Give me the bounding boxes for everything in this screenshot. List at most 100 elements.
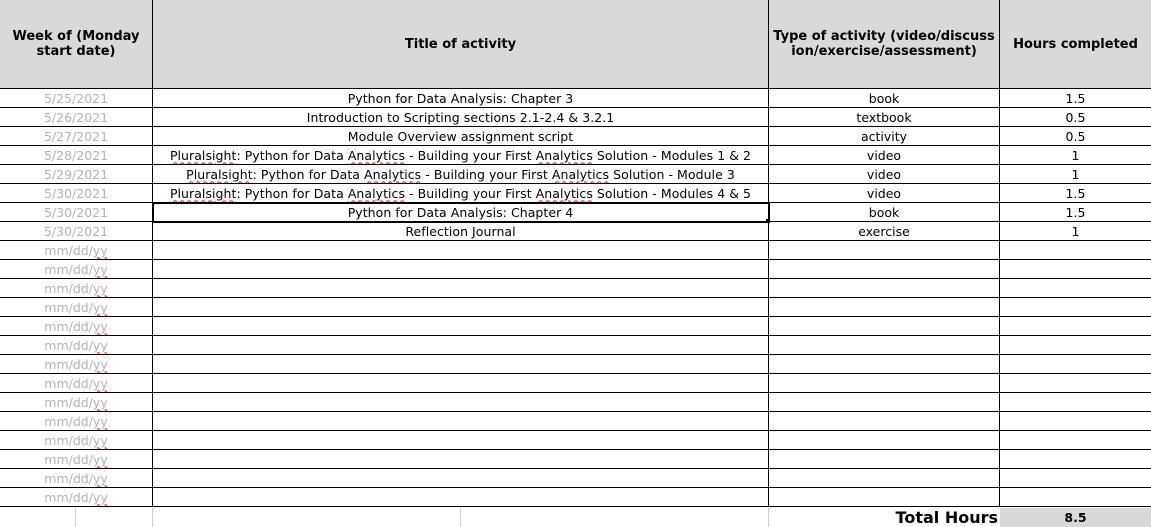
date-placeholder-cell[interactable]: mm/dd/yy — [0, 336, 153, 355]
date-cell[interactable]: 5/25/2021 — [0, 89, 153, 108]
hours-cell[interactable] — [1000, 374, 1151, 393]
type-cell[interactable] — [769, 298, 1000, 317]
type-cell[interactable] — [769, 393, 1000, 412]
type-cell[interactable] — [769, 488, 1000, 507]
date-placeholder-cell[interactable]: mm/dd/yy — [0, 412, 153, 431]
title-cell[interactable] — [153, 317, 769, 336]
type-cell[interactable] — [769, 336, 1000, 355]
hours-cell[interactable] — [1000, 336, 1151, 355]
title-text: Module Overview assignment script — [347, 128, 574, 144]
type-cell[interactable]: video — [769, 146, 1000, 165]
hours-cell[interactable] — [1000, 450, 1151, 469]
type-cell[interactable]: textbook — [769, 108, 1000, 127]
type-cell[interactable] — [769, 450, 1000, 469]
hours-cell[interactable]: 1.5 — [1000, 184, 1151, 203]
hours-cell[interactable]: 1.5 — [1000, 203, 1151, 222]
title-cell[interactable] — [153, 412, 769, 431]
title-cell[interactable] — [153, 241, 769, 260]
type-cell[interactable] — [769, 412, 1000, 431]
title-cell[interactable] — [153, 431, 769, 450]
hours-cell[interactable]: 0.5 — [1000, 127, 1151, 146]
date-placeholder-cell[interactable]: mm/dd/yy — [0, 374, 153, 393]
title-cell[interactable] — [153, 298, 769, 317]
date-placeholder-cell[interactable]: mm/dd/yy — [0, 260, 153, 279]
type-cell[interactable] — [769, 279, 1000, 298]
type-cell[interactable] — [769, 355, 1000, 374]
header-week[interactable]: Week of (Monday start date) — [0, 0, 153, 89]
hours-cell[interactable]: 1 — [1000, 222, 1151, 241]
title-cell[interactable]: Module Overview assignment script — [153, 127, 769, 146]
type-cell[interactable] — [769, 431, 1000, 450]
hours-cell[interactable] — [1000, 317, 1151, 336]
date-cell[interactable]: 5/27/2021 — [0, 127, 153, 146]
title-cell[interactable]: Pluralsight: Python for Data Analytics -… — [153, 184, 769, 203]
date-cell[interactable]: 5/30/2021 — [0, 222, 153, 241]
hours-cell[interactable] — [1000, 355, 1151, 374]
date-cell[interactable]: 5/30/2021 — [0, 184, 153, 203]
header-hours[interactable]: Hours completed — [1000, 0, 1151, 89]
date-placeholder-cell[interactable]: mm/dd/yy — [0, 488, 153, 507]
title-cell[interactable] — [153, 374, 769, 393]
type-cell[interactable] — [769, 374, 1000, 393]
date-placeholder-cell[interactable]: mm/dd/yy — [0, 317, 153, 336]
hours-cell[interactable] — [1000, 431, 1151, 450]
title-cell[interactable]: Reflection Journal — [153, 222, 769, 241]
title-cell[interactable] — [153, 260, 769, 279]
date-placeholder-cell[interactable]: mm/dd/yy — [0, 450, 153, 469]
type-cell[interactable]: book — [769, 203, 1000, 222]
type-cell[interactable]: video — [769, 184, 1000, 203]
hours-cell[interactable]: 1 — [1000, 146, 1151, 165]
title-cell[interactable]: Pluralsight: Python for Data Analytics -… — [153, 146, 769, 165]
type-cell[interactable]: video — [769, 165, 1000, 184]
type-cell[interactable] — [769, 469, 1000, 488]
header-title[interactable]: Title of activity — [153, 0, 769, 89]
date-cell[interactable]: 5/30/2021 — [0, 203, 153, 222]
total-hours-value[interactable]: 8.5 — [1000, 508, 1151, 527]
title-cell[interactable]: Pluralsight: Python for Data Analytics -… — [153, 165, 769, 184]
footer-cell[interactable] — [0, 507, 76, 527]
title-cell[interactable] — [153, 488, 769, 507]
hours-cell[interactable] — [1000, 298, 1151, 317]
date-cell[interactable]: 5/26/2021 — [0, 108, 153, 127]
header-type[interactable]: Type of activity (video/discussion/exerc… — [769, 0, 1000, 89]
type-cell[interactable]: exercise — [769, 222, 1000, 241]
type-cell[interactable] — [769, 317, 1000, 336]
title-cell[interactable] — [153, 450, 769, 469]
title-cell[interactable] — [153, 336, 769, 355]
title-cell[interactable]: Python for Data Analysis: Chapter 3 — [153, 89, 769, 108]
hours-cell[interactable]: 1 — [1000, 165, 1151, 184]
title-cell[interactable] — [153, 469, 769, 488]
date-placeholder-cell[interactable]: mm/dd/yy — [0, 469, 153, 488]
date-cell[interactable]: 5/29/2021 — [0, 165, 153, 184]
title-cell[interactable] — [153, 355, 769, 374]
hours-cell[interactable] — [1000, 241, 1151, 260]
hours-cell[interactable] — [1000, 412, 1151, 431]
hours-cell[interactable] — [1000, 488, 1151, 507]
title-text: Pluralsight: Python for Data Analytics -… — [169, 147, 752, 163]
footer-cell[interactable] — [153, 507, 461, 527]
type-cell[interactable] — [769, 241, 1000, 260]
title-cell[interactable]: Introduction to Scripting sections 2.1-2… — [153, 108, 769, 127]
date-placeholder-cell[interactable]: mm/dd/yy — [0, 241, 153, 260]
title-cell[interactable] — [153, 279, 769, 298]
date-placeholder-cell[interactable]: mm/dd/yy — [0, 393, 153, 412]
type-cell[interactable]: book — [769, 89, 1000, 108]
type-cell[interactable] — [769, 260, 1000, 279]
hours-cell[interactable] — [1000, 260, 1151, 279]
type-cell[interactable]: activity — [769, 127, 1000, 146]
footer-cell[interactable] — [76, 507, 153, 527]
hours-cell[interactable] — [1000, 279, 1151, 298]
hours-cell[interactable] — [1000, 393, 1151, 412]
date-placeholder-cell[interactable]: mm/dd/yy — [0, 298, 153, 317]
date-cell[interactable]: 5/28/2021 — [0, 146, 153, 165]
title-cell[interactable] — [153, 393, 769, 412]
footer-cell[interactable] — [461, 507, 769, 527]
date-placeholder-cell[interactable]: mm/dd/yy — [0, 355, 153, 374]
hours-cell[interactable]: 0.5 — [1000, 108, 1151, 127]
fill-handle[interactable] — [766, 219, 768, 221]
hours-cell[interactable]: 1.5 — [1000, 89, 1151, 108]
title-cell[interactable]: Python for Data Analysis: Chapter 4 — [152, 202, 770, 223]
date-placeholder-cell[interactable]: mm/dd/yy — [0, 279, 153, 298]
date-placeholder-cell[interactable]: mm/dd/yy — [0, 431, 153, 450]
hours-cell[interactable] — [1000, 469, 1151, 488]
